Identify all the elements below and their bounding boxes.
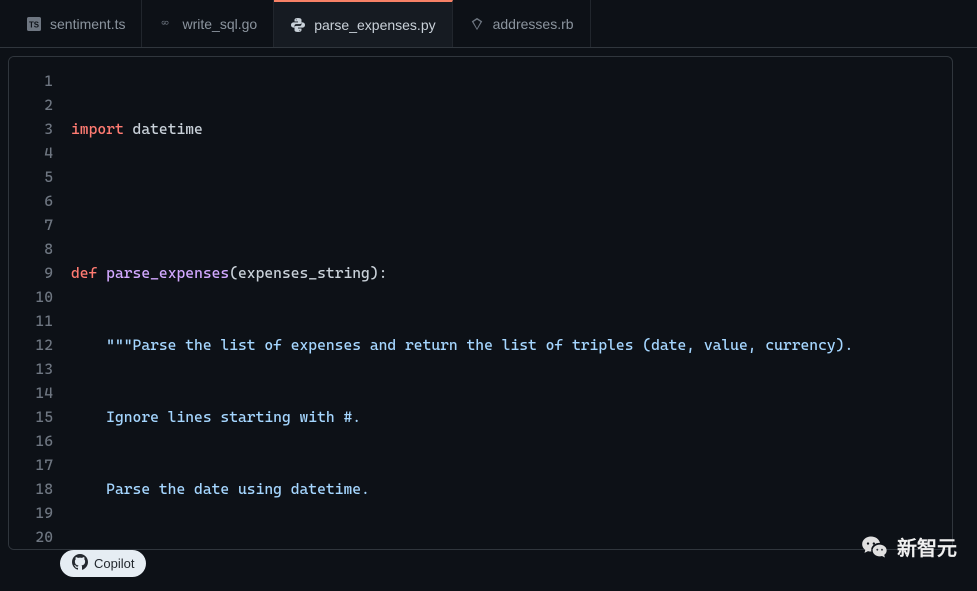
tab-parseexpenses[interactable]: parse_expenses.py xyxy=(274,0,452,47)
code-line: """Parse the list of expenses and return… xyxy=(61,333,952,357)
code-line: import datetime xyxy=(61,117,952,141)
line-number: 15 xyxy=(9,405,53,429)
line-number: 10 xyxy=(9,285,53,309)
typescript-icon: TS xyxy=(26,16,42,32)
copilot-icon xyxy=(72,554,88,573)
wechat-icon xyxy=(861,533,889,561)
line-number: 11 xyxy=(9,309,53,333)
line-number: 19 xyxy=(9,501,53,525)
tab-label: parse_expenses.py xyxy=(314,17,435,33)
line-number: 16 xyxy=(9,429,53,453)
tab-label: addresses.rb xyxy=(493,16,574,32)
ruby-icon xyxy=(469,16,485,32)
tab-bar: TS sentiment.ts write_sql.go parse_expen… xyxy=(0,0,977,48)
line-number: 2 xyxy=(9,93,53,117)
line-number: 20 xyxy=(9,525,53,549)
line-number: 9 xyxy=(9,261,53,285)
code-inner: 1 2 3 4 5 6 7 8 9 10 11 12 13 14 15 16 1… xyxy=(8,56,953,550)
copilot-label: Copilot xyxy=(94,556,134,571)
code-content[interactable]: import datetime def parse_expenses(expen… xyxy=(61,57,952,549)
line-number: 14 xyxy=(9,381,53,405)
line-number: 5 xyxy=(9,165,53,189)
code-line xyxy=(61,189,952,213)
code-line: def parse_expenses(expenses_string): xyxy=(61,261,952,285)
tab-writesql[interactable]: write_sql.go xyxy=(142,0,274,47)
line-number: 4 xyxy=(9,141,53,165)
code-line: Parse the date using datetime. xyxy=(61,477,952,501)
line-number: 8 xyxy=(9,237,53,261)
copilot-button[interactable]: Copilot xyxy=(60,550,146,577)
code-area: 1 2 3 4 5 6 7 8 9 10 11 12 13 14 15 16 1… xyxy=(0,48,977,558)
watermark: 新智元 xyxy=(861,532,957,561)
line-number: 1 xyxy=(9,69,53,93)
line-number: 12 xyxy=(9,333,53,357)
line-number: 6 xyxy=(9,189,53,213)
code-line: Example expenses_string: xyxy=(61,549,952,550)
code-editor: TS sentiment.ts write_sql.go parse_expen… xyxy=(0,0,977,560)
tab-addresses[interactable]: addresses.rb xyxy=(453,0,591,47)
line-number: 18 xyxy=(9,477,53,501)
watermark-text: 新智元 xyxy=(897,532,957,561)
line-number: 13 xyxy=(9,357,53,381)
line-number: 17 xyxy=(9,453,53,477)
go-icon xyxy=(158,16,174,32)
svg-text:TS: TS xyxy=(29,20,39,29)
tab-label: write_sql.go xyxy=(182,16,257,32)
line-gutter: 1 2 3 4 5 6 7 8 9 10 11 12 13 14 15 16 1… xyxy=(9,57,61,549)
line-number: 3 xyxy=(9,117,53,141)
code-line: Ignore lines starting with #. xyxy=(61,405,952,429)
tab-label: sentiment.ts xyxy=(50,16,125,32)
python-icon xyxy=(290,17,306,33)
line-number: 7 xyxy=(9,213,53,237)
tab-sentiment[interactable]: TS sentiment.ts xyxy=(10,0,142,47)
